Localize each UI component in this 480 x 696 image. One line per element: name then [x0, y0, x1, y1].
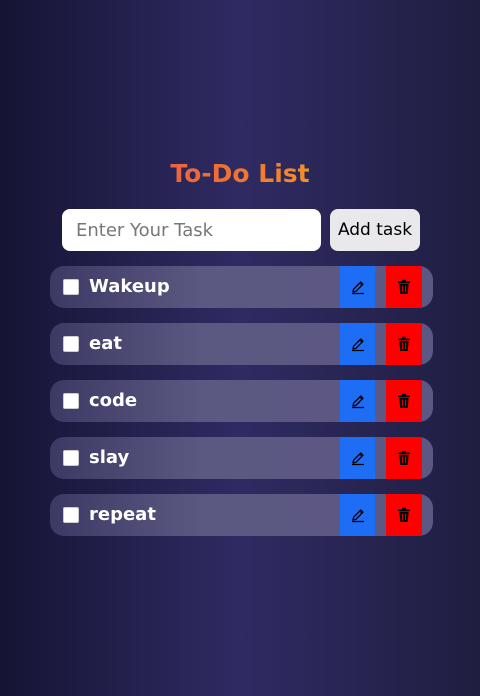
- task-list: Wakeup eat code slay repeat: [50, 266, 433, 551]
- delete-button[interactable]: [386, 266, 422, 308]
- edit-button[interactable]: [340, 494, 375, 536]
- task-label: slay: [89, 447, 130, 468]
- pencil-icon: [350, 507, 366, 523]
- task-item: Wakeup: [50, 266, 433, 308]
- trash-icon: [397, 336, 411, 352]
- page-title: To-Do List: [0, 158, 480, 190]
- task-item: eat: [50, 323, 433, 365]
- delete-button[interactable]: [386, 494, 422, 536]
- task-checkbox[interactable]: [63, 279, 79, 295]
- pencil-icon: [350, 336, 366, 352]
- task-item: repeat: [50, 494, 433, 536]
- edit-button[interactable]: [340, 266, 375, 308]
- edit-button[interactable]: [340, 380, 375, 422]
- task-checkbox[interactable]: [63, 450, 79, 466]
- task-label: Wakeup: [89, 276, 170, 297]
- task-label: code: [89, 390, 138, 411]
- edit-button[interactable]: [340, 323, 375, 365]
- task-label: eat: [89, 333, 122, 354]
- task-label: repeat: [89, 504, 156, 525]
- delete-button[interactable]: [386, 323, 422, 365]
- task-checkbox[interactable]: [63, 393, 79, 409]
- add-task-button[interactable]: Add task: [330, 209, 420, 251]
- task-item: slay: [50, 437, 433, 479]
- edit-button[interactable]: [340, 437, 375, 479]
- pencil-icon: [350, 279, 366, 295]
- delete-button[interactable]: [386, 380, 422, 422]
- task-input[interactable]: [62, 209, 321, 251]
- trash-icon: [397, 507, 411, 523]
- task-checkbox[interactable]: [63, 336, 79, 352]
- delete-button[interactable]: [386, 437, 422, 479]
- todo-app: To-Do List Add task Wakeup eat: [0, 0, 480, 696]
- pencil-icon: [350, 393, 366, 409]
- task-item: code: [50, 380, 433, 422]
- trash-icon: [397, 393, 411, 409]
- trash-icon: [397, 450, 411, 466]
- task-checkbox[interactable]: [63, 507, 79, 523]
- pencil-icon: [350, 450, 366, 466]
- trash-icon: [397, 279, 411, 295]
